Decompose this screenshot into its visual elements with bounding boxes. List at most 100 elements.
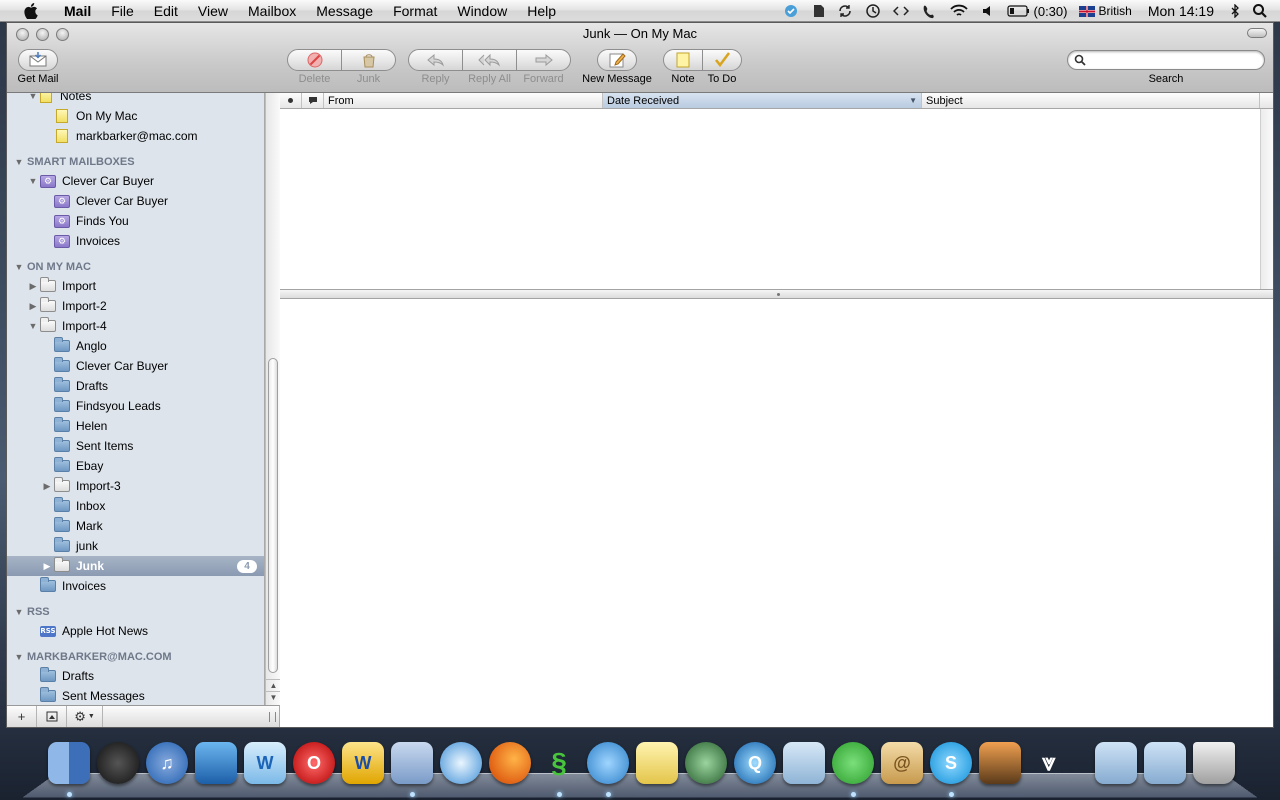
disclosure-triangle-closed-icon[interactable]: ▶ bbox=[28, 301, 38, 311]
messenger-icon[interactable] bbox=[587, 742, 629, 784]
menu-window[interactable]: Window bbox=[447, 0, 517, 22]
sidebar-item-findsyou-leads[interactable]: Findsyou Leads bbox=[7, 396, 264, 416]
sidebar-item-invoices[interactable]: Invoices bbox=[7, 576, 264, 596]
sidebar-item-ebay[interactable]: Ebay bbox=[7, 456, 264, 476]
sidebar-item-sent-items[interactable]: Sent Items bbox=[7, 436, 264, 456]
to-do-button[interactable] bbox=[702, 49, 742, 71]
disclosure-triangle-open-icon[interactable]: ▼ bbox=[14, 262, 24, 272]
menu-file[interactable]: File bbox=[101, 0, 144, 22]
sidebar-item-helen[interactable]: Helen bbox=[7, 416, 264, 436]
firefox-icon[interactable] bbox=[489, 742, 531, 784]
section-header-account[interactable]: ▼ MARKBARKER@MAC.COM bbox=[7, 647, 264, 667]
battery-status[interactable]: (0:30) bbox=[1001, 0, 1074, 22]
iphoto-icon[interactable] bbox=[783, 742, 825, 784]
sidebar-item-smart-clever-car-buyer[interactable]: ▼ ⚙ Clever Car Buyer bbox=[7, 171, 264, 191]
menu-mailbox[interactable]: Mailbox bbox=[238, 0, 306, 22]
section-header-on-my-mac[interactable]: ▼ ON MY MAC bbox=[7, 257, 264, 277]
word-icon[interactable]: W bbox=[342, 742, 384, 784]
apple-menu-icon[interactable] bbox=[20, 2, 42, 19]
menu-app-mail[interactable]: Mail bbox=[54, 0, 101, 22]
sidebar-item-clever-car-buyer[interactable]: Clever Car Buyer bbox=[7, 356, 264, 376]
scroll-down-arrow-icon[interactable]: ▼ bbox=[266, 691, 281, 703]
sidebar-item-drafts[interactable]: Drafts bbox=[7, 376, 264, 396]
sidebar-item-smart-child[interactable]: ⚙ Clever Car Buyer bbox=[7, 191, 264, 211]
column-header-date-received[interactable]: Date Received ▼ bbox=[603, 93, 922, 108]
quicktime-icon[interactable]: Q bbox=[734, 742, 776, 784]
sidebar-item-smart-finds-you[interactable]: ⚙ Finds You bbox=[7, 211, 264, 231]
delete-button[interactable] bbox=[287, 49, 342, 71]
sidebar-item-notes-markbarker[interactable]: markbarker@mac.com bbox=[7, 126, 264, 146]
menu-format[interactable]: Format bbox=[383, 0, 447, 22]
time-machine-icon[interactable] bbox=[685, 742, 727, 784]
skype-icon[interactable]: S bbox=[930, 742, 972, 784]
junk-button[interactable] bbox=[341, 49, 396, 71]
documents-folder-icon[interactable] bbox=[1144, 742, 1186, 784]
message-list[interactable] bbox=[280, 109, 1260, 289]
sidebar-item-inbox[interactable]: Inbox bbox=[7, 496, 264, 516]
sidebar-item-junk-selected[interactable]: ▶ Junk 4 bbox=[7, 556, 264, 576]
sidebar-item-notes-on-my-mac[interactable]: On My Mac bbox=[7, 106, 264, 126]
menu-edit[interactable]: Edit bbox=[144, 0, 188, 22]
applications-folder-icon[interactable] bbox=[1095, 742, 1137, 784]
address-book-icon[interactable]: @ bbox=[881, 742, 923, 784]
section-header-rss[interactable]: ▼ RSS bbox=[7, 602, 264, 622]
sidebar-item-anglo[interactable]: Anglo bbox=[7, 336, 264, 356]
sidebar-scroll-thumb[interactable] bbox=[268, 358, 278, 673]
preview-pane-splitter[interactable] bbox=[280, 289, 1273, 299]
sync-icon[interactable] bbox=[831, 0, 859, 22]
sidebar-scrollbar[interactable]: ▲ ▼ bbox=[265, 93, 281, 705]
unread-column-header[interactable] bbox=[280, 93, 302, 108]
photo-booth-icon[interactable] bbox=[979, 742, 1021, 784]
add-mailbox-button[interactable]: + bbox=[7, 706, 37, 727]
sidebar-item-notes[interactable]: ▼ Notes bbox=[7, 93, 264, 106]
sidebar-item-junk-lowercase[interactable]: junk bbox=[7, 536, 264, 556]
disclosure-triangle-open-icon[interactable]: ▼ bbox=[14, 652, 24, 662]
section-header-smart-mailboxes[interactable]: ▼ SMART MAILBOXES bbox=[7, 152, 264, 172]
sidebar-item-import-2[interactable]: ▶ Import-2 bbox=[7, 296, 264, 316]
evernote-icon[interactable] bbox=[805, 0, 831, 22]
column-header-subject[interactable]: Subject bbox=[922, 93, 1260, 108]
menu-message[interactable]: Message bbox=[306, 0, 383, 22]
notes-icon[interactable] bbox=[636, 742, 678, 784]
mail-stamp-icon[interactable] bbox=[391, 742, 433, 784]
sidebar-item-apple-hot-news[interactable]: RSS Apple Hot News bbox=[7, 621, 264, 641]
disclosure-triangle-open-icon[interactable]: ▼ bbox=[28, 176, 38, 186]
menubar-clock[interactable]: Mon 14:19 bbox=[1138, 0, 1224, 22]
reply-all-button[interactable] bbox=[462, 49, 517, 71]
sidebar-item-smart-invoices[interactable]: ⚙ Invoices bbox=[7, 231, 264, 251]
thread-column-header[interactable] bbox=[302, 93, 324, 108]
vuze-icon[interactable]: ⩔ bbox=[1028, 742, 1070, 784]
spotlight-icon[interactable] bbox=[1246, 0, 1280, 22]
action-menu-button[interactable]: ⚙ ▼ bbox=[67, 706, 103, 727]
imovie-icon[interactable] bbox=[195, 742, 237, 784]
disclosure-triangle-open-icon[interactable]: ▼ bbox=[28, 321, 38, 331]
message-preview-pane[interactable] bbox=[280, 299, 1273, 727]
finder-icon[interactable] bbox=[48, 742, 90, 784]
sidebar-item-import[interactable]: ▶ Import bbox=[7, 276, 264, 296]
volume-icon[interactable] bbox=[975, 0, 1001, 22]
note-button[interactable] bbox=[663, 49, 703, 71]
get-mail-button[interactable] bbox=[18, 49, 58, 71]
iweb-icon[interactable]: W bbox=[244, 742, 286, 784]
time-machine-menu-icon[interactable] bbox=[859, 0, 887, 22]
sidebar-item-import-4[interactable]: ▼ Import-4 bbox=[7, 316, 264, 336]
sidebar-item-account-sent-messages[interactable]: Sent Messages bbox=[7, 686, 264, 705]
sidebar-item-account-drafts[interactable]: Drafts bbox=[7, 666, 264, 686]
sidebar-item-import-3[interactable]: ▶ Import-3 bbox=[7, 476, 264, 496]
disclosure-triangle-open-icon[interactable]: ▼ bbox=[28, 93, 38, 101]
column-header-from[interactable]: From bbox=[324, 93, 603, 108]
code-brackets-icon[interactable] bbox=[887, 0, 915, 22]
disclosure-triangle-closed-icon[interactable]: ▶ bbox=[42, 481, 52, 491]
dashboard-icon[interactable] bbox=[97, 742, 139, 784]
input-source-menu[interactable]: British bbox=[1073, 0, 1137, 22]
msn-icon[interactable]: § bbox=[538, 742, 580, 784]
resize-handle-icon[interactable] bbox=[269, 712, 276, 722]
phone-icon[interactable] bbox=[915, 0, 943, 22]
wifi-icon[interactable] bbox=[943, 0, 975, 22]
spotify-icon[interactable] bbox=[832, 742, 874, 784]
safari-icon[interactable] bbox=[440, 742, 482, 784]
toolbar-toggle-button[interactable] bbox=[1247, 28, 1267, 38]
menu-view[interactable]: View bbox=[188, 0, 238, 22]
menu-help[interactable]: Help bbox=[517, 0, 566, 22]
sidebar-item-mark[interactable]: Mark bbox=[7, 516, 264, 536]
